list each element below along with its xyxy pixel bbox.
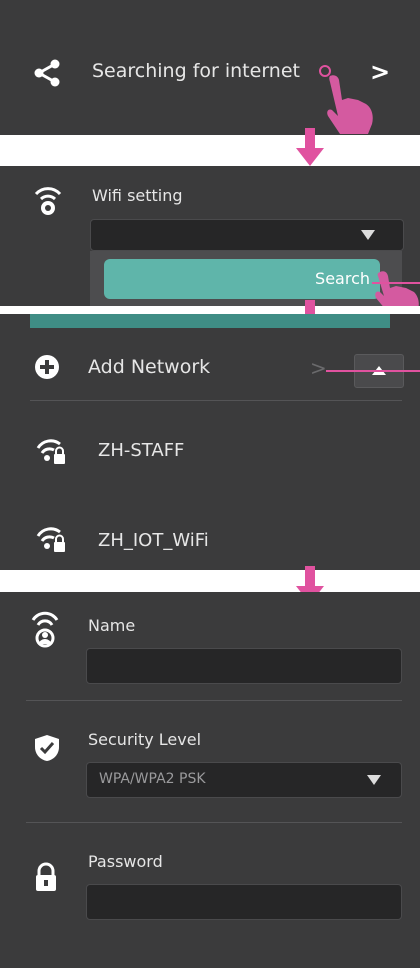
search-button[interactable]: Search bbox=[104, 259, 380, 299]
search-button-label: Search bbox=[315, 269, 370, 288]
list-separator bbox=[30, 400, 402, 401]
callout-line bbox=[326, 370, 420, 372]
dropdown-triangle-icon bbox=[361, 230, 375, 240]
plus-circle-icon bbox=[35, 355, 59, 379]
shield-check-icon bbox=[35, 735, 59, 761]
padlock-icon bbox=[36, 862, 56, 891]
form-separator bbox=[26, 700, 402, 701]
password-field[interactable] bbox=[86, 884, 402, 920]
password-label: Password bbox=[88, 852, 163, 871]
callout-line bbox=[372, 282, 420, 284]
wifi-lock-icon bbox=[36, 527, 65, 552]
list-item[interactable]: ZH_IOT_WiFi bbox=[0, 522, 420, 562]
touch-hand-icon bbox=[327, 75, 373, 134]
form-separator bbox=[26, 822, 402, 823]
panel-network-form: Name Security Level WPA/WPA2 PSK Passwor… bbox=[0, 592, 420, 968]
wifi-setting-title: Wifi setting bbox=[92, 186, 183, 205]
list-item[interactable]: ZH-STAFF bbox=[0, 434, 420, 474]
panel-searching: Searching for internet > bbox=[0, 0, 420, 135]
wifi-network-select[interactable] bbox=[90, 219, 404, 251]
name-field[interactable] bbox=[86, 648, 402, 684]
touch-hand-icon bbox=[375, 271, 419, 306]
security-level-value: WPA/WPA2 PSK bbox=[99, 771, 206, 787]
network-name: ZH_IOT_WiFi bbox=[98, 530, 209, 551]
panel-wifi-setting: Wifi setting Search bbox=[0, 166, 420, 306]
name-label: Name bbox=[88, 616, 136, 635]
add-network-label[interactable]: Add Network bbox=[88, 356, 210, 378]
dropdown-triangle-icon bbox=[367, 775, 381, 785]
security-level-select[interactable]: WPA/WPA2 PSK bbox=[86, 762, 402, 798]
searching-internet-label[interactable]: Searching for internet bbox=[92, 60, 300, 82]
wifi-lock-icon bbox=[36, 439, 65, 464]
wifi-user-icon bbox=[31, 611, 59, 648]
teal-strip bbox=[30, 314, 390, 328]
share-icon bbox=[34, 59, 60, 87]
wifi-gear-icon bbox=[34, 187, 62, 215]
panel-network-list: Add Network > ZH-STAFF ZH_IOT_WiFi bbox=[0, 314, 420, 570]
network-name: ZH-STAFF bbox=[98, 440, 185, 461]
arrow-down-icon bbox=[296, 128, 324, 166]
chevron-right-icon[interactable]: > bbox=[310, 356, 327, 380]
security-level-label: Security Level bbox=[88, 730, 202, 749]
